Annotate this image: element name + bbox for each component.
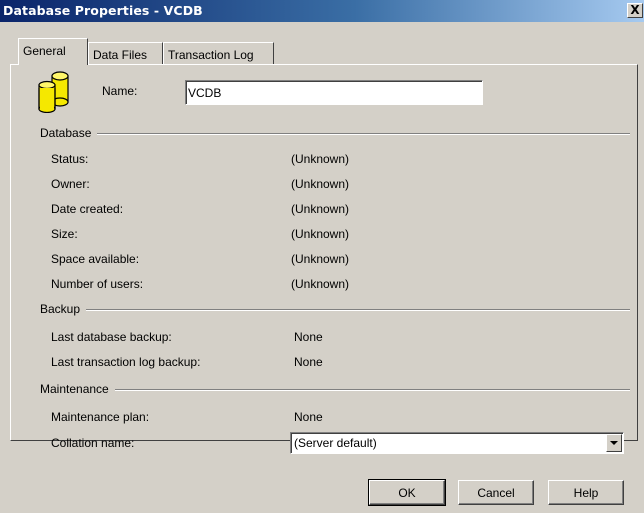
space-available-label: Space available: bbox=[51, 252, 140, 266]
collation-select[interactable]: (Server default) bbox=[290, 432, 624, 454]
maintenance-section-title: Maintenance bbox=[40, 382, 115, 396]
owner-value: (Unknown) bbox=[291, 177, 350, 191]
number-of-users-value: (Unknown) bbox=[291, 277, 350, 291]
space-available-value: (Unknown) bbox=[291, 252, 350, 266]
name-label: Name: bbox=[102, 84, 138, 98]
name-input[interactable] bbox=[185, 80, 483, 105]
date-created-value: (Unknown) bbox=[291, 202, 350, 216]
last-transaction-log-backup-value: None bbox=[294, 355, 323, 369]
divider bbox=[40, 309, 630, 311]
title-bar: Database Properties - VCDB X bbox=[0, 0, 644, 22]
maintenance-plan-label: Maintenance plan: bbox=[51, 410, 150, 424]
tab-transaction-log-label: Transaction Log bbox=[168, 48, 254, 62]
owner-label: Owner: bbox=[51, 177, 90, 191]
divider bbox=[40, 389, 630, 391]
collation-dropdown-button[interactable] bbox=[606, 434, 622, 452]
chevron-down-icon bbox=[610, 441, 618, 445]
tab-general-label: General bbox=[23, 44, 66, 58]
status-label: Status: bbox=[51, 152, 89, 166]
backup-section-title: Backup bbox=[40, 302, 87, 316]
window-title: Database Properties - VCDB bbox=[3, 3, 203, 18]
database-section-title: Database bbox=[40, 126, 98, 140]
tab-data-files[interactable]: Data Files bbox=[88, 42, 163, 64]
last-database-backup-label: Last database backup: bbox=[51, 330, 172, 344]
backup-section-header: Backup bbox=[40, 302, 630, 316]
close-icon: X bbox=[630, 3, 640, 17]
database-icon bbox=[38, 71, 69, 113]
maintenance-section-header: Maintenance bbox=[40, 382, 630, 396]
collation-selected-value: (Server default) bbox=[294, 436, 377, 450]
database-section-header: Database bbox=[40, 126, 630, 140]
size-value: (Unknown) bbox=[291, 227, 350, 241]
last-transaction-log-backup-label: Last transaction log backup: bbox=[51, 355, 201, 369]
number-of-users-label: Number of users: bbox=[51, 277, 144, 291]
tab-general[interactable]: General bbox=[18, 38, 88, 65]
cancel-button[interactable]: Cancel bbox=[458, 480, 534, 505]
close-button[interactable]: X bbox=[627, 3, 643, 18]
tab-transaction-log[interactable]: Transaction Log bbox=[163, 42, 274, 64]
ok-button[interactable]: OK bbox=[368, 479, 446, 506]
collation-name-label: Collation name: bbox=[51, 436, 135, 450]
divider bbox=[40, 133, 630, 135]
last-database-backup-value: None bbox=[294, 330, 323, 344]
size-label: Size: bbox=[51, 227, 78, 241]
tab-data-files-label: Data Files bbox=[93, 48, 148, 62]
maintenance-plan-value: None bbox=[294, 410, 323, 424]
help-button[interactable]: Help bbox=[548, 480, 624, 505]
date-created-label: Date created: bbox=[51, 202, 124, 216]
status-value: (Unknown) bbox=[291, 152, 350, 166]
